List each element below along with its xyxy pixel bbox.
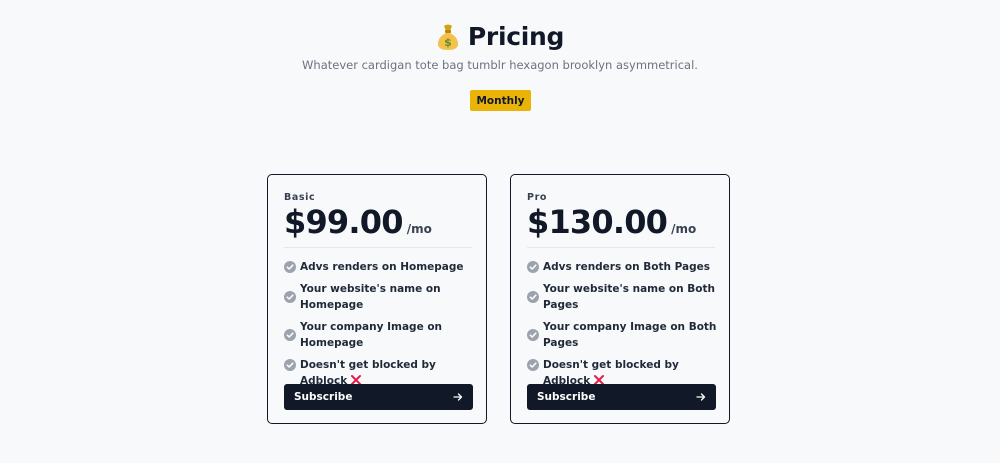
check-circle-icon — [284, 359, 296, 371]
feature-list: Advs renders on Homepage Your website's … — [284, 259, 474, 395]
feature-text: Advs renders on Homepage — [300, 261, 464, 273]
page-subtitle: Whatever cardigan tote bag tumblr hexago… — [302, 58, 698, 72]
pricing-card-basic: Basic $99.00 /mo Advs renders on Homepag… — [267, 174, 487, 424]
feature-item: Your website's name on Both Pages — [527, 281, 717, 313]
feature-text: Advs renders on Both Pages — [543, 261, 710, 273]
money-bag-icon: $ — [437, 24, 458, 50]
divider — [284, 247, 472, 248]
check-circle-icon — [284, 291, 296, 303]
plan-price: $99.00 — [284, 203, 403, 241]
feature-item: Your company Image on Both Pages — [527, 319, 717, 351]
feature-text: Your company Image on Both Pages — [543, 321, 717, 349]
price-row: $130.00 /mo — [527, 203, 696, 241]
price-row: $99.00 /mo — [284, 203, 432, 241]
subscribe-label: Subscribe — [294, 391, 353, 403]
feature-item: Your website's name on Homepage — [284, 281, 474, 313]
page-title: Pricing — [467, 22, 565, 51]
title-row: $ Pricing — [0, 22, 1000, 51]
feature-text: Your website's name on Homepage — [300, 283, 441, 311]
check-circle-icon — [527, 291, 539, 303]
subscribe-button[interactable]: Subscribe — [527, 384, 716, 410]
divider — [527, 247, 715, 248]
price-period: /mo — [406, 222, 432, 236]
feature-text: Your company Image on Homepage — [300, 321, 443, 349]
feature-list: Advs renders on Both Pages Your website'… — [527, 259, 717, 395]
price-period: /mo — [671, 222, 697, 236]
feature-item: Advs renders on Both Pages — [527, 259, 717, 275]
subscribe-button[interactable]: Subscribe — [284, 384, 473, 410]
pricing-card-pro: Pro $130.00 /mo Advs renders on Both Pag… — [510, 174, 730, 424]
subscribe-label: Subscribe — [537, 391, 596, 403]
check-circle-icon — [527, 329, 539, 341]
feature-text: Doesn't get blocked by Adblock — [543, 359, 679, 387]
arrow-right-icon — [696, 393, 706, 401]
check-circle-icon — [284, 261, 296, 273]
feature-item: Your company Image on Homepage — [284, 319, 474, 351]
feature-item: Advs renders on Homepage — [284, 259, 474, 275]
feature-text: Your website's name on Both Pages — [543, 283, 715, 311]
check-circle-icon — [527, 359, 539, 371]
arrow-right-icon — [453, 393, 463, 401]
check-circle-icon — [527, 261, 539, 273]
billing-period-toggle[interactable]: Monthly — [470, 90, 531, 111]
svg-text:$: $ — [444, 36, 452, 49]
feature-text: Doesn't get blocked by Adblock — [300, 359, 436, 387]
check-circle-icon — [284, 329, 296, 341]
plan-name: Basic — [284, 192, 316, 203]
plan-name: Pro — [527, 192, 547, 203]
plan-price: $130.00 — [527, 203, 668, 241]
